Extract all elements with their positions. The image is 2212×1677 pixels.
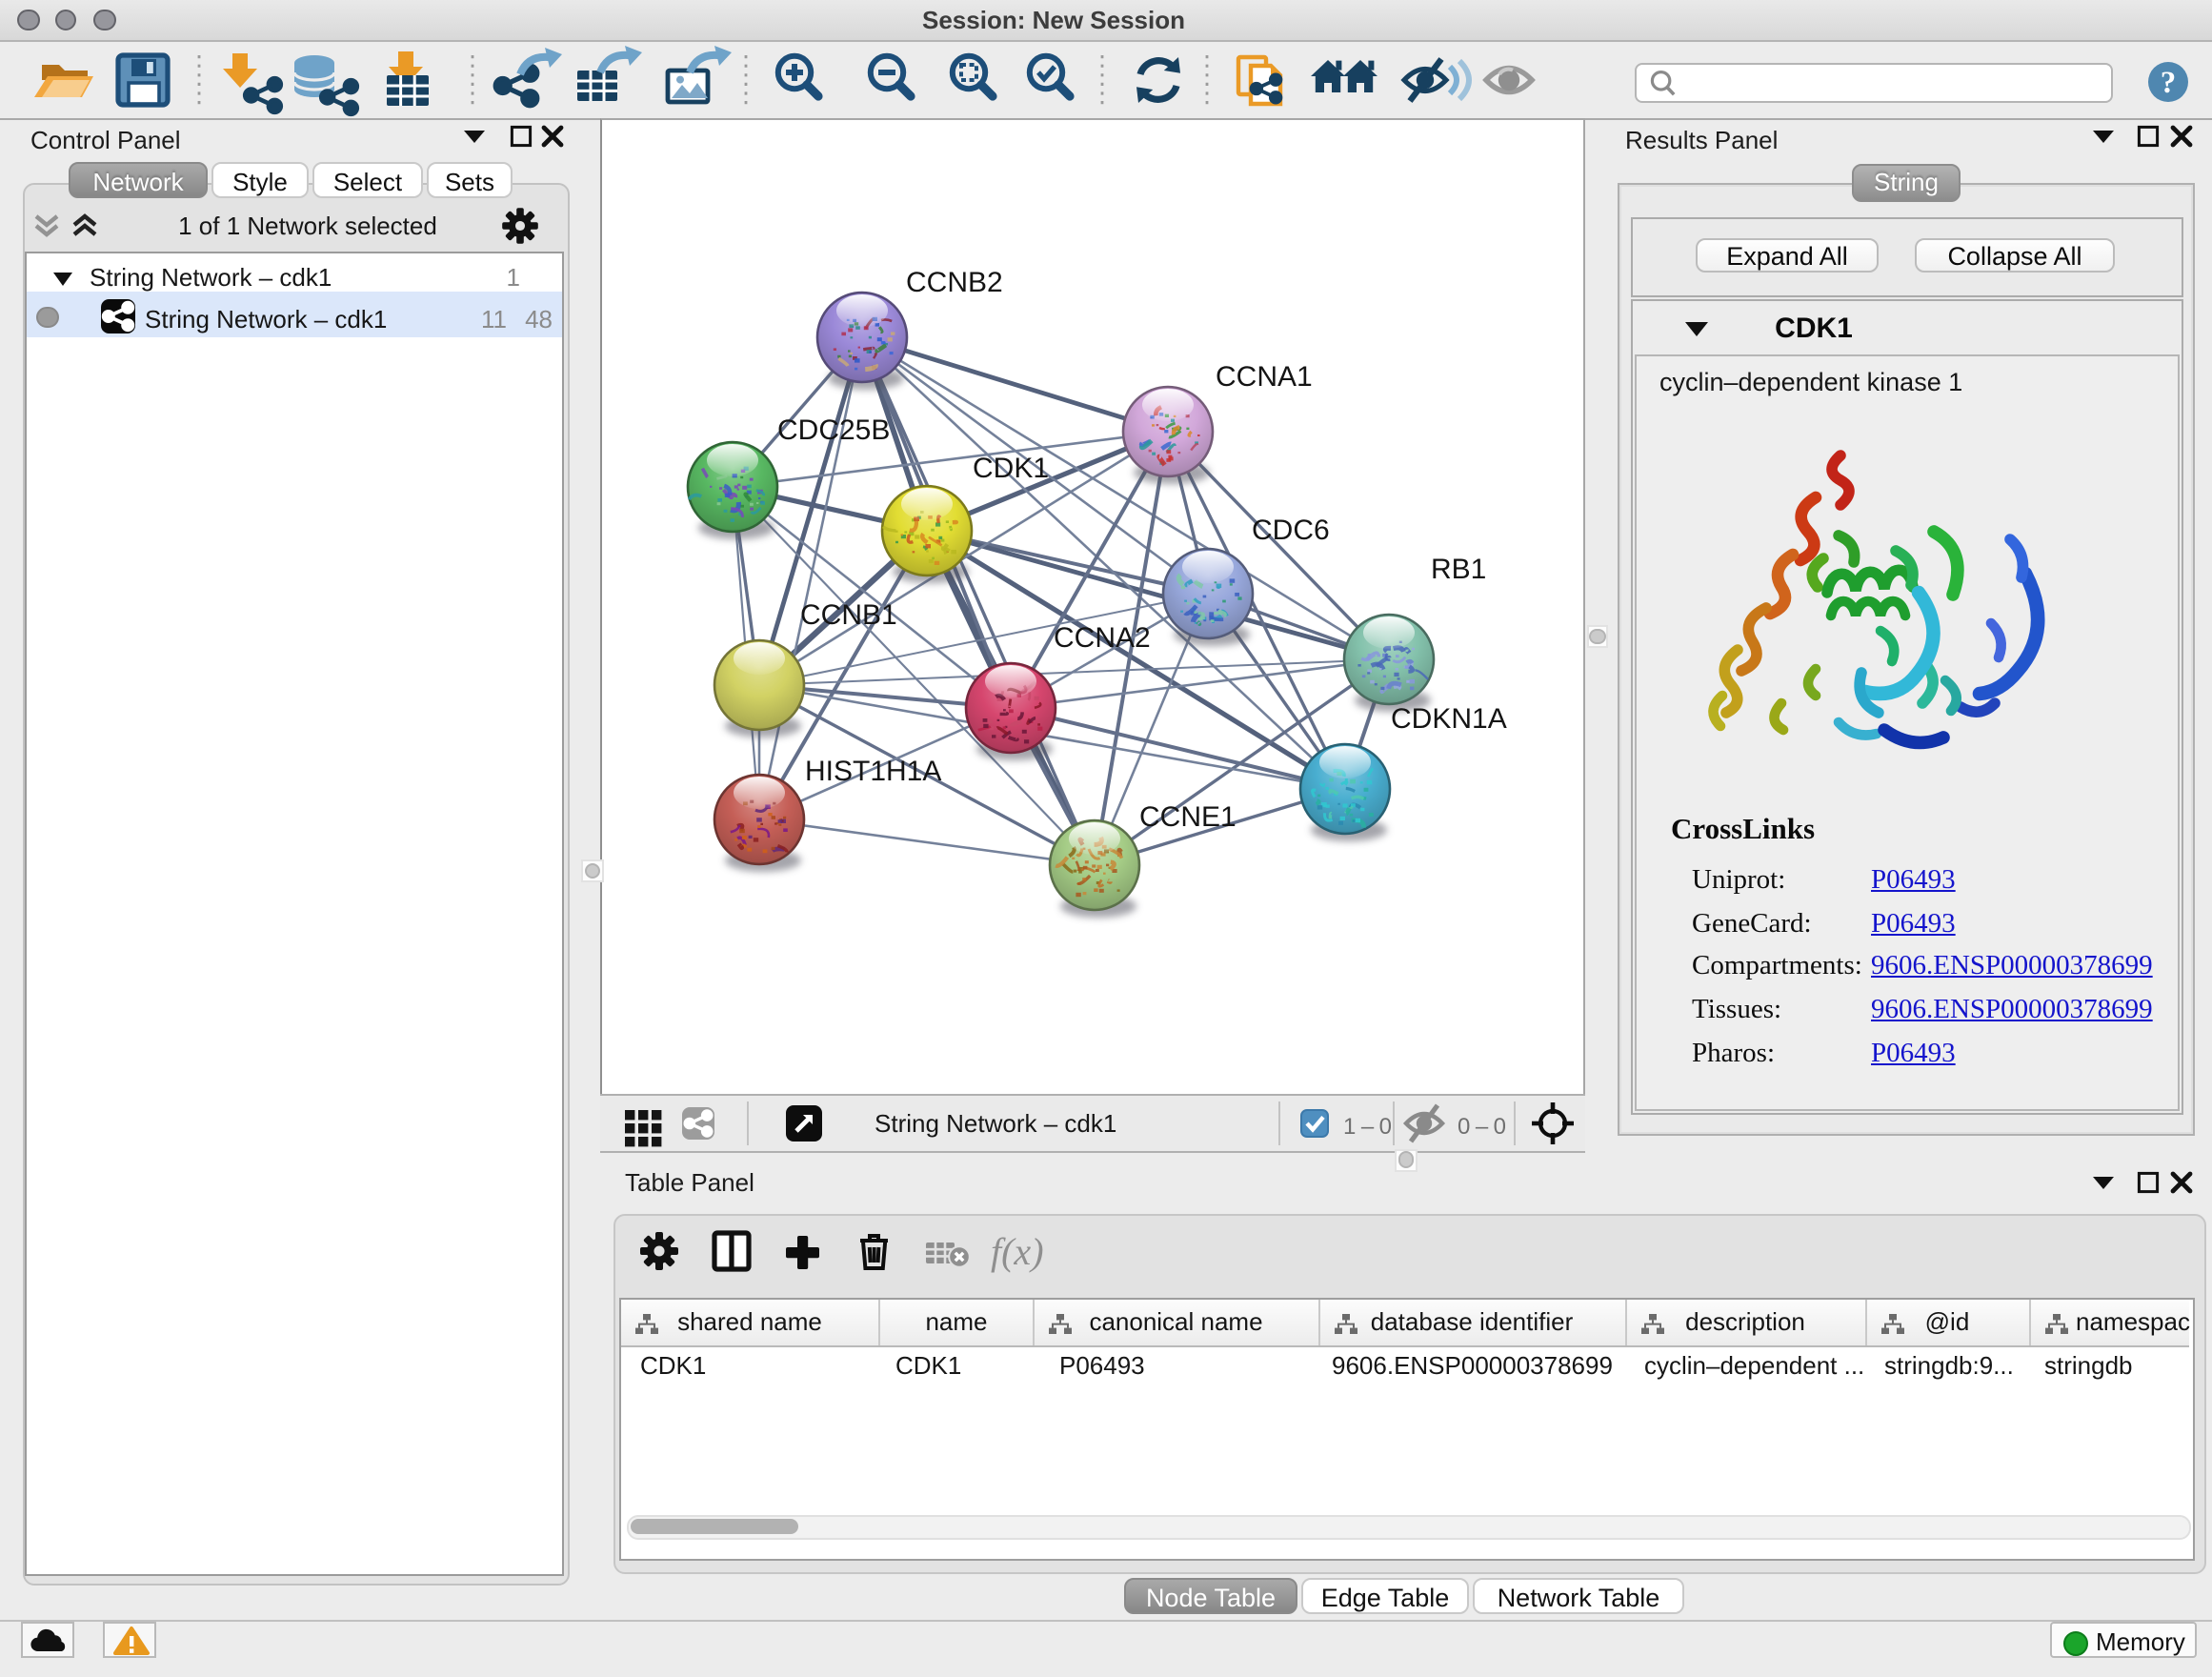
- svg-text:f(x): f(x): [991, 1230, 1044, 1273]
